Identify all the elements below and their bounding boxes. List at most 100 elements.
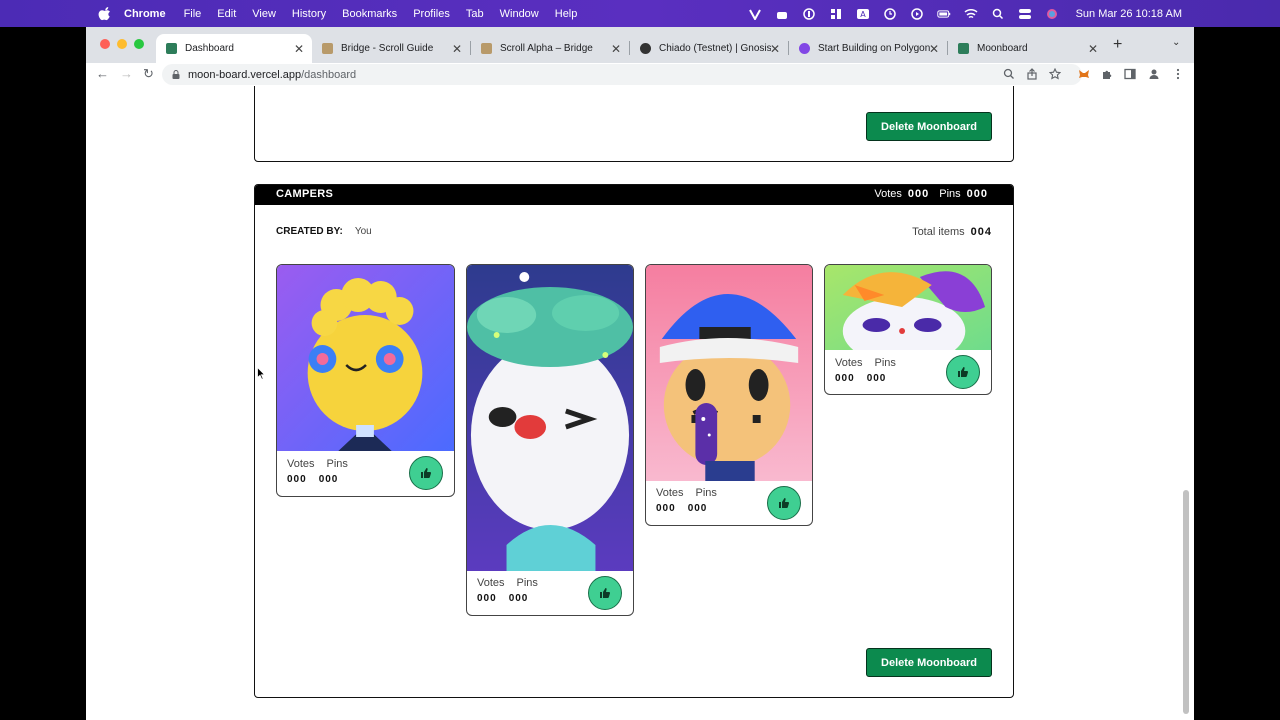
tab-search-chevron-icon[interactable]: ⌄ (1172, 37, 1180, 48)
gnosis-favicon-icon (640, 43, 651, 54)
tab-scroll-guide[interactable]: Bridge - Scroll Guide ✕ (312, 34, 470, 63)
menubar-clock[interactable]: Sun Mar 26 10:18 AM (1076, 8, 1182, 20)
card-votes-value: 000 (477, 593, 497, 604)
close-tab-icon[interactable]: ✕ (1088, 42, 1098, 56)
like-button[interactable] (409, 456, 443, 490)
card-votes-value: 000 (656, 503, 676, 514)
siri-icon[interactable] (1045, 8, 1059, 20)
lock-icon[interactable] (172, 70, 180, 79)
close-tab-icon[interactable]: ✕ (770, 42, 780, 56)
board-pins-label: Pins (939, 188, 961, 200)
tab-gnosis-chiado[interactable]: Chiado (Testnet) | Gnosis C ✕ (630, 34, 788, 63)
menu-help[interactable]: Help (555, 8, 578, 20)
wifi-icon[interactable] (964, 8, 978, 20)
nft-image[interactable] (467, 265, 633, 571)
like-button[interactable] (767, 486, 801, 520)
nft-image[interactable] (277, 265, 454, 451)
share-icon[interactable] (1026, 68, 1038, 80)
keyboard-input-icon[interactable]: A (856, 8, 870, 20)
nft-image[interactable] (646, 265, 812, 481)
tab-dashboard[interactable]: Dashboard ✕ (156, 34, 312, 63)
side-panel-icon[interactable] (1124, 68, 1136, 80)
menu-tab[interactable]: Tab (466, 8, 484, 20)
spotlight-search-icon[interactable] (991, 8, 1005, 20)
tab-polygon[interactable]: Start Building on Polygon z ✕ (789, 34, 947, 63)
apple-icon[interactable] (98, 6, 112, 21)
password-manager-icon[interactable] (802, 7, 816, 20)
menu-file[interactable]: File (184, 8, 202, 20)
close-tab-icon[interactable]: ✕ (452, 42, 462, 56)
reload-icon[interactable]: ↻ (143, 66, 154, 82)
zoom-window-button[interactable] (134, 39, 144, 49)
like-button[interactable] (946, 355, 980, 389)
zoom-icon[interactable] (1003, 68, 1015, 80)
card-pins-value: 000 (866, 373, 887, 384)
page-viewport: Delete Moonboard CAMPERS Votes 000 Pins … (86, 86, 1194, 720)
thumbs-up-icon (421, 468, 432, 478)
back-arrow-icon[interactable]: ← (96, 66, 109, 81)
board-header: CAMPERS Votes 000 Pins 000 (255, 185, 1013, 205)
minimize-window-button[interactable] (117, 39, 127, 49)
url-host: moon-board.vercel.app (188, 68, 302, 81)
nft-card[interactable]: Votes Pins 000 000 (645, 264, 813, 526)
previous-moonboard-card: Delete Moonboard (254, 86, 1014, 162)
browser-chrome: Dashboard ✕ Bridge - Scroll Guide ✕ Scro… (86, 27, 1194, 86)
card-votes-label: Votes (835, 357, 863, 369)
new-tab-button[interactable]: + (1113, 36, 1122, 54)
menu-bookmarks[interactable]: Bookmarks (342, 8, 397, 20)
control-center-icon[interactable] (1018, 8, 1032, 20)
card-votes-label: Votes (287, 458, 315, 470)
card-stats: Votes Pins 000 000 (287, 458, 348, 485)
delete-moonboard-button[interactable]: Delete Moonboard (866, 648, 992, 677)
close-tab-icon[interactable]: ✕ (611, 42, 621, 56)
play-icon[interactable] (910, 7, 924, 20)
profile-avatar-icon[interactable] (1148, 68, 1160, 80)
bookmark-star-icon[interactable] (1049, 68, 1061, 80)
polygon-favicon-icon (799, 43, 810, 54)
card-pins-value: 000 (318, 474, 339, 485)
page-scrollbar[interactable] (1183, 490, 1189, 714)
close-tab-icon[interactable]: ✕ (294, 42, 304, 56)
moonboard-campers: CAMPERS Votes 000 Pins 000 CREATED BY: Y… (254, 184, 1014, 698)
vpn-icon[interactable] (748, 8, 762, 20)
delete-moonboard-button[interactable]: Delete Moonboard (866, 112, 992, 141)
forward-arrow-icon[interactable]: → (120, 66, 133, 81)
tab-moonboard[interactable]: Moonboard ✕ (948, 34, 1106, 63)
card-votes-value: 000 (835, 373, 855, 384)
tab-scroll-alpha-bridge[interactable]: Scroll Alpha – Bridge ✕ (471, 34, 629, 63)
thumbs-up-icon (779, 498, 790, 508)
menu-window[interactable]: Window (500, 8, 539, 20)
extensions-puzzle-icon[interactable] (1101, 68, 1113, 80)
card-stats: Votes Pins 000 000 (477, 577, 538, 604)
menu-history[interactable]: History (292, 8, 326, 20)
document-favicon-icon (322, 43, 333, 54)
card-pins-value: 000 (687, 503, 708, 514)
address-bar[interactable]: moon-board.vercel.app/dashboard (162, 64, 1082, 85)
tab-strip: Dashboard ✕ Bridge - Scroll Guide ✕ Scro… (86, 27, 1194, 63)
nft-card[interactable]: Votes Pins 000 000 (824, 264, 992, 395)
time-machine-icon[interactable] (883, 7, 897, 20)
nft-image[interactable] (825, 265, 991, 350)
metamask-icon[interactable] (1078, 68, 1090, 80)
lock-status-icon[interactable] (775, 8, 789, 20)
card-pins-label: Pins (326, 458, 348, 470)
menu-profiles[interactable]: Profiles (413, 8, 450, 20)
kebab-menu-icon[interactable] (1172, 68, 1184, 80)
menu-edit[interactable]: Edit (217, 8, 236, 20)
tab-label: Bridge - Scroll Guide (341, 43, 434, 54)
board-votes-value: 000 (907, 188, 930, 200)
card-pins-value: 000 (508, 593, 529, 604)
menu-app-name[interactable]: Chrome (124, 8, 166, 20)
menu-view[interactable]: View (252, 8, 276, 20)
tab-label: Moonboard (977, 43, 1028, 54)
nft-card[interactable]: Votes Pins 000 000 (466, 264, 634, 616)
like-button[interactable] (588, 576, 622, 610)
battery-icon[interactable] (936, 8, 951, 20)
nft-card[interactable]: Votes Pins 000 000 (276, 264, 455, 497)
created-by-label: CREATED BY: (276, 226, 343, 237)
url-path: /dashboard (301, 68, 357, 81)
grid-app-icon[interactable] (829, 8, 843, 20)
close-tab-icon[interactable]: ✕ (929, 42, 939, 56)
card-pins-label: Pins (874, 357, 896, 369)
close-window-button[interactable] (100, 39, 110, 49)
